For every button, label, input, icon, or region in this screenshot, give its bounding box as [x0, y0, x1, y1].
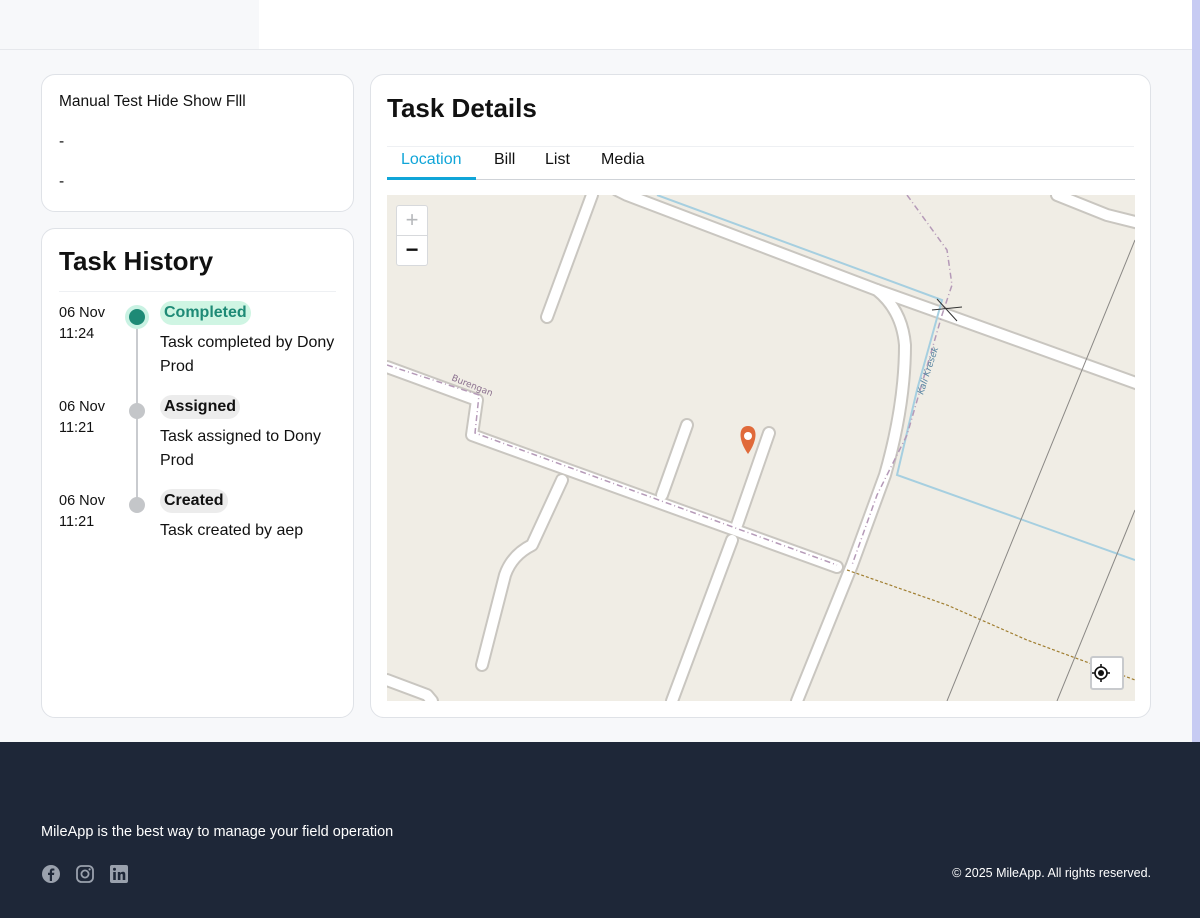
tab-location[interactable]: Location — [387, 145, 476, 180]
footer-copyright: © 2025 MileApp. All rights reserved. — [952, 866, 1151, 880]
task-details-card: Task Details Location Bill List Media Bu… — [370, 74, 1151, 718]
timeline-dot-completed — [129, 309, 145, 325]
tab-list[interactable]: List — [531, 145, 584, 180]
footer-tagline: MileApp is the best way to manage your f… — [41, 824, 394, 840]
history-date: 06 Nov — [59, 493, 105, 509]
map-tiles: Burengan Kali Kresek — [387, 195, 1135, 701]
timeline-dot — [129, 497, 145, 513]
facebook-icon[interactable] — [41, 864, 61, 884]
history-description: Task assigned to Dony Prod — [160, 428, 321, 469]
history-time: 11:21 — [59, 420, 95, 436]
history-time: 11:24 — [59, 326, 95, 342]
top-bar-left-panel — [0, 0, 259, 49]
crosshair-icon — [1092, 664, 1110, 682]
timeline-dot — [129, 403, 145, 419]
tab-media[interactable]: Media — [587, 145, 659, 180]
details-tabs: Location Bill List Media — [387, 145, 1135, 180]
instagram-icon[interactable] — [75, 864, 95, 884]
history-item: 06 Nov 11:21 Assigned Task assigned to D… — [59, 395, 339, 489]
task-field-1: - — [59, 133, 65, 150]
footer: MileApp is the best way to manage your f… — [0, 742, 1200, 918]
history-datetime: 06 Nov 11:24 — [59, 303, 119, 345]
history-description: Task created by aep — [160, 522, 304, 539]
history-time: 11:21 — [59, 514, 95, 530]
task-title: Manual Test Hide Show Flll — [59, 93, 246, 110]
linkedin-icon[interactable] — [109, 864, 129, 884]
history-timeline: 06 Nov 11:24 Completed Task completed by… — [59, 301, 339, 583]
history-description: Task completed by Dony Prod — [160, 334, 335, 375]
history-datetime: 06 Nov 11:21 — [59, 491, 119, 533]
history-date: 06 Nov — [59, 399, 105, 415]
task-field-2: - — [59, 173, 65, 190]
history-datetime: 06 Nov 11:21 — [59, 397, 119, 439]
task-history-title: Task History — [59, 245, 336, 292]
history-date: 06 Nov — [59, 305, 105, 321]
status-badge: Assigned — [160, 395, 241, 419]
status-badge: Completed — [160, 301, 251, 325]
locate-button[interactable] — [1090, 656, 1124, 690]
zoom-out-button[interactable]: − — [397, 236, 427, 266]
top-bar — [0, 0, 1192, 50]
task-history-card: Task History 06 Nov 11:24 Completed Task… — [41, 228, 354, 718]
tab-bill[interactable]: Bill — [480, 145, 529, 180]
status-badge: Created — [160, 489, 228, 513]
location-map[interactable]: Burengan Kali Kresek + − — [387, 195, 1135, 701]
scrollbar[interactable] — [1192, 0, 1200, 742]
history-item: 06 Nov 11:24 Completed Task completed by… — [59, 301, 339, 395]
task-summary-card: Manual Test Hide Show Flll - - — [41, 74, 354, 212]
zoom-control: + − — [396, 205, 428, 266]
task-details-title: Task Details — [387, 91, 1134, 147]
zoom-in-button[interactable]: + — [397, 206, 427, 236]
history-item: 06 Nov 11:21 Created Task created by aep — [59, 489, 339, 583]
